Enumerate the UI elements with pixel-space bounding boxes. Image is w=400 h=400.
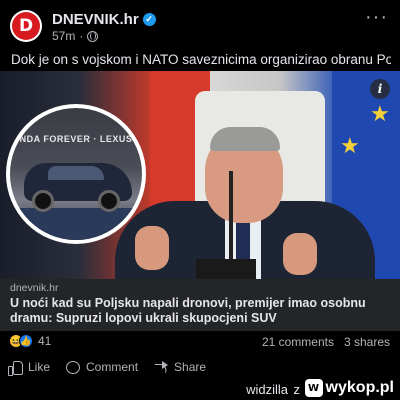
page-name[interactable]: DNEVNIK.hr bbox=[52, 11, 139, 28]
microphone bbox=[229, 171, 233, 261]
comment-share-counts: 21 comments 3 shares bbox=[262, 335, 390, 349]
page-avatar-logo: D bbox=[12, 12, 40, 40]
inset-car-photo: NDA FOREVER · LEXUS bbox=[10, 108, 142, 240]
post-header: D DNEVNIK.hr ✓ 57m · ··· bbox=[0, 0, 400, 44]
person-hair bbox=[210, 127, 280, 151]
engagement-stats: 😆 👍 41 21 comments 3 shares bbox=[0, 331, 400, 351]
eu-star-icon: ★ bbox=[370, 101, 390, 126]
action-bar: Like Comment Share bbox=[0, 356, 400, 378]
page-avatar[interactable]: D bbox=[10, 10, 42, 42]
inset-banner-text: NDA FOREVER · LEXUS bbox=[19, 134, 133, 144]
watermark-footer: widzilla z W wykop.pl bbox=[0, 378, 400, 400]
link-title[interactable]: U noći kad su Poljsku napali dronovi, pr… bbox=[10, 296, 390, 326]
page-name-row: DNEVNIK.hr ✓ bbox=[52, 11, 156, 28]
info-icon[interactable]: i bbox=[370, 79, 390, 99]
verified-badge-icon: ✓ bbox=[142, 13, 156, 26]
person-hand-right bbox=[283, 233, 317, 275]
podium bbox=[196, 259, 256, 279]
post-caption: Dok je on s vojskom i NATO saveznicima o… bbox=[11, 52, 391, 67]
shares-count[interactable]: 3 shares bbox=[344, 335, 390, 349]
share-label: Share bbox=[174, 360, 207, 374]
post-image[interactable]: ★ ★ i NDA FOREVER · LEXUS bbox=[0, 71, 400, 279]
wykop-logo: W wykop.pl bbox=[304, 379, 394, 397]
like-reaction-icon: 👍 bbox=[19, 334, 33, 348]
car-wheel bbox=[98, 190, 120, 212]
comment-icon bbox=[66, 360, 81, 374]
like-button[interactable]: Like bbox=[8, 360, 51, 376]
share-button[interactable]: Share bbox=[154, 360, 206, 374]
meta-separator: · bbox=[79, 29, 84, 43]
inset-photo: NDA FOREVER · LEXUS bbox=[6, 104, 146, 244]
uploader-username: widzilla bbox=[246, 382, 288, 397]
link-domain: dnevnik.hr bbox=[10, 282, 59, 294]
reaction-count: 41 bbox=[38, 334, 52, 348]
share-icon bbox=[154, 361, 169, 373]
comments-count[interactable]: 21 comments bbox=[262, 335, 334, 349]
like-label: Like bbox=[28, 360, 51, 374]
more-icon[interactable]: ··· bbox=[365, 6, 388, 29]
post-meta: 57m · bbox=[52, 29, 99, 43]
like-icon bbox=[8, 360, 23, 376]
car-wheel bbox=[32, 190, 54, 212]
footer-separator: z bbox=[293, 382, 301, 397]
reactions-summary[interactable]: 😆 👍 41 bbox=[9, 334, 51, 348]
wykop-logo-icon: W bbox=[304, 379, 323, 397]
eu-star-icon: ★ bbox=[340, 133, 360, 158]
comment-label: Comment bbox=[86, 360, 139, 374]
link-preview[interactable]: dnevnik.hr U noći kad su Poljsku napali … bbox=[0, 279, 400, 331]
post-time[interactable]: 57m bbox=[52, 29, 75, 43]
comment-button[interactable]: Comment bbox=[66, 360, 138, 374]
wykop-site-name: wykop.pl bbox=[325, 379, 394, 396]
car-window bbox=[48, 166, 104, 180]
showroom-floor bbox=[10, 208, 142, 240]
globe-icon bbox=[87, 30, 99, 42]
